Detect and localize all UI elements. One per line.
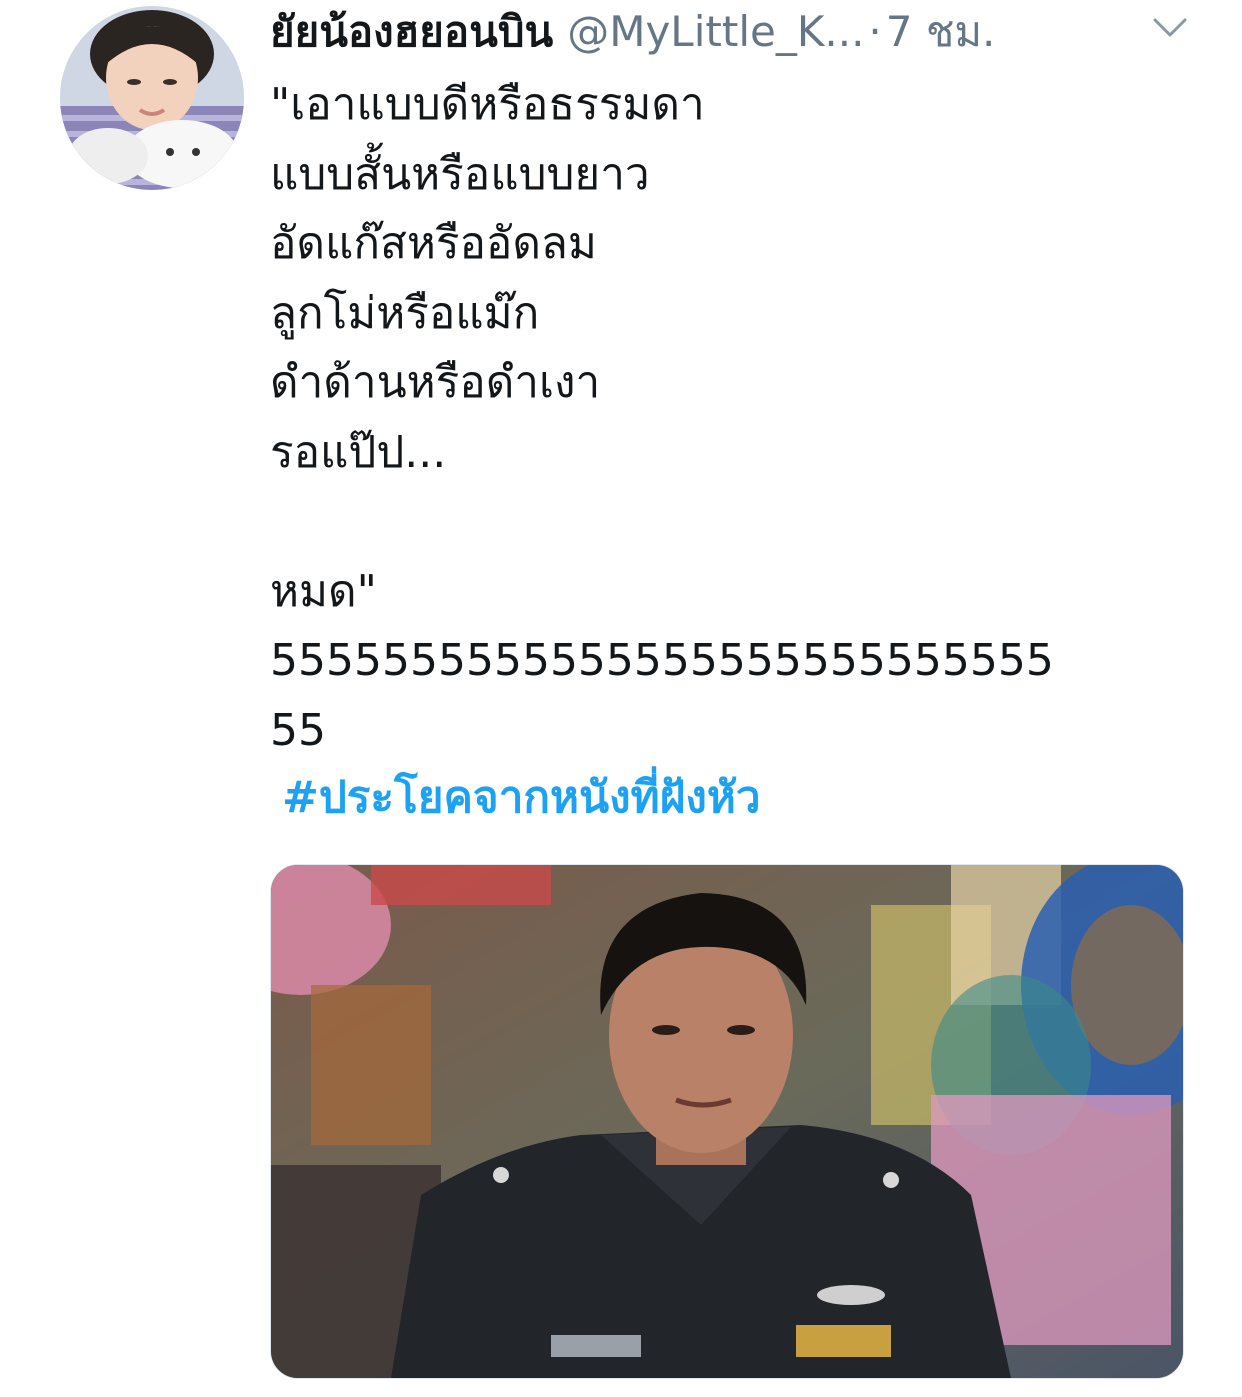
display-name[interactable]: ยัยน้องฮยอนบิน — [270, 2, 553, 62]
tweet-text-line: 5555555555555555555555555555 — [270, 635, 1054, 686]
tweet[interactable]: ยัยน้องฮยอนบิน @MyLittle_K... · 7 ชม. "เ… — [0, 0, 1242, 1397]
tweet-text-line: 55 — [270, 704, 326, 756]
tweet-text-line: ลูกโม่หรือแม๊ก — [270, 287, 540, 339]
chevron-down-icon[interactable] — [1152, 16, 1188, 40]
hashtag-link[interactable]: #ประโยคจากหนังที่ฝังหัว — [282, 766, 761, 830]
tweet-text-line: อัดแก๊สหรืออัดลม — [270, 218, 597, 269]
separator-dot: · — [868, 7, 882, 56]
tweet-header: ยัยน้องฮยอนบิน @MyLittle_K... · 7 ชม. — [270, 2, 1200, 62]
tweet-text-line: ดำด้านหรือดำเงา — [270, 357, 601, 408]
timestamp[interactable]: 7 ชม. — [886, 2, 996, 62]
tweet-text-line: หมด" — [270, 565, 377, 617]
user-handle[interactable]: @MyLittle_K... — [567, 2, 864, 62]
tweet-media-image[interactable] — [270, 864, 1184, 1379]
tweet-text-line: แบบสั้นหรือแบบยาว — [270, 148, 650, 200]
tweet-text-line: "เอาแบบดีหรือธรรมดา — [270, 79, 705, 130]
tweet-text-line — [270, 487, 1200, 557]
divider — [0, 1384, 1242, 1397]
tweet-text: "เอาแบบดีหรือธรรมดา แบบสั้นหรือแบบยาว อั… — [270, 70, 1200, 765]
tweet-text-line: รอแป๊ป... — [270, 426, 447, 478]
avatar[interactable] — [60, 6, 244, 190]
